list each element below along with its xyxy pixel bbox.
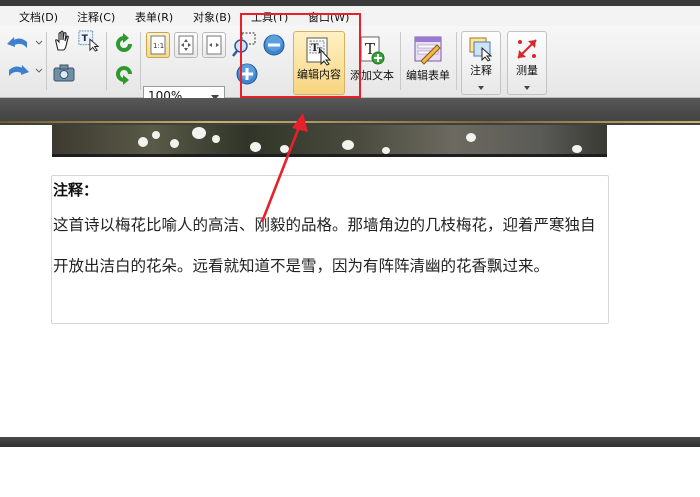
blossom-shape	[212, 135, 220, 143]
edit-content-icon: T T	[306, 37, 332, 66]
undo-icon	[7, 37, 43, 48]
blossom-shape	[466, 133, 476, 142]
page-photo-strip	[52, 125, 607, 157]
zoom-in-icon	[236, 63, 258, 85]
blossom-shape	[170, 139, 179, 148]
edit-content-button[interactable]: T T 编辑内容	[293, 31, 345, 95]
menu-comment[interactable]: 注释(C)	[77, 9, 115, 25]
menu-object[interactable]: 对象(B)	[193, 9, 231, 25]
blossom-shape	[250, 142, 261, 152]
snapshot-button[interactable]	[52, 62, 76, 84]
annotate-icon	[469, 37, 493, 62]
marquee-zoom-button[interactable]	[232, 32, 258, 58]
toolbar: T 1:1 100% T T 编辑内容 T 添加文本 编辑表单 注释 测量	[0, 26, 700, 108]
blossom-shape	[280, 145, 289, 153]
rotate-clockwise-button[interactable]	[112, 32, 136, 56]
edit-form-icon	[414, 36, 442, 65]
menu-form[interactable]: 表单(R)	[135, 9, 173, 25]
fit-page-icon	[178, 35, 194, 55]
rotate-clockwise-icon	[116, 33, 132, 52]
undo-button[interactable]	[4, 32, 44, 54]
annotation-textbox[interactable]: 注释： 这首诗以梅花比喻人的高洁、刚毅的品格。那墙角边的几枝梅花，迎着严寒独自开…	[51, 175, 609, 324]
menu-document[interactable]: 文档(D)	[19, 9, 58, 25]
rotate-counterclockwise-button[interactable]	[112, 62, 136, 86]
blossom-shape	[382, 147, 390, 154]
add-text-icon: T	[360, 36, 385, 65]
actual-size-button[interactable]: 1:1	[146, 32, 170, 58]
add-text-label: 添加文本	[350, 69, 394, 82]
actual-size-icon: 1:1	[150, 35, 166, 55]
camera-icon	[53, 64, 75, 82]
fit-width-icon	[206, 35, 222, 55]
edit-content-label: 编辑内容	[297, 68, 341, 81]
note-title: 注释：	[53, 181, 99, 199]
chevron-down-icon	[524, 86, 530, 90]
blossom-shape	[192, 127, 206, 139]
hand-tool-button[interactable]	[52, 30, 74, 52]
hand-icon	[55, 30, 69, 51]
annotate-dropdown-button[interactable]: 注释	[461, 31, 501, 95]
chevron-down-icon	[478, 86, 484, 90]
zoom-in-button[interactable]	[234, 62, 260, 86]
svg-text:1:1: 1:1	[153, 42, 164, 50]
select-text-button[interactable]: T	[78, 30, 100, 52]
add-text-button[interactable]: T 添加文本	[347, 31, 397, 95]
measure-icon	[517, 39, 537, 59]
redo-button[interactable]	[4, 60, 44, 82]
note-body: 这首诗以梅花比喻人的高洁、刚毅的品格。那墙角边的几枝梅花，迎着严寒独自开放出洁白…	[53, 216, 596, 275]
select-text-icon: T	[78, 30, 100, 52]
zoom-out-icon	[263, 34, 285, 56]
annotate-label: 注释	[470, 64, 492, 77]
menu-tools[interactable]: 工具(T)	[251, 9, 288, 25]
menu-window[interactable]: 窗口(W)	[308, 9, 349, 25]
blossom-shape	[342, 140, 354, 150]
marquee-zoom-icon	[232, 32, 256, 57]
blossom-shape	[572, 145, 582, 153]
measure-label: 测量	[516, 64, 538, 77]
fit-page-button[interactable]	[174, 32, 198, 58]
redo-icon	[9, 65, 43, 76]
measure-dropdown-button[interactable]: 测量	[507, 31, 547, 95]
blossom-shape	[138, 137, 148, 147]
document-frame-top	[0, 98, 700, 125]
fit-width-button[interactable]	[202, 32, 226, 58]
edit-form-label: 编辑表单	[406, 69, 450, 82]
zoom-out-button[interactable]	[262, 33, 286, 57]
document-frame-bottom	[0, 437, 700, 447]
edit-form-button[interactable]: 编辑表单	[402, 31, 454, 95]
blossom-shape	[152, 131, 160, 139]
svg-text:T: T	[82, 33, 89, 44]
menu-bar: 文档(D) 注释(C) 表单(R) 对象(B) 工具(T) 窗口(W)	[0, 6, 700, 26]
rotate-counterclockwise-icon	[116, 66, 132, 85]
